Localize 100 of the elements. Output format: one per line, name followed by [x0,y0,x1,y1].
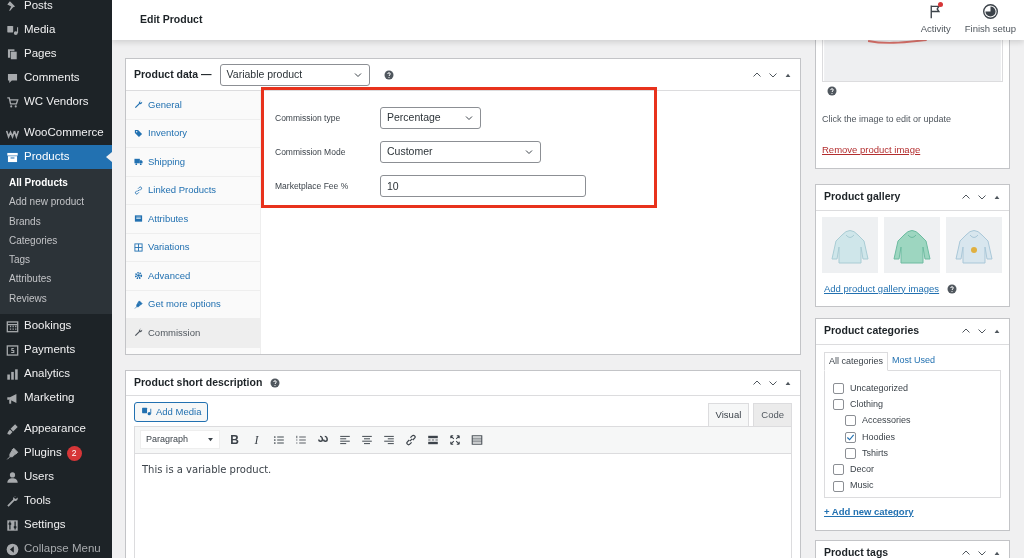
submenu-item[interactable]: Brands [0,211,112,231]
chevron-down-icon[interactable] [977,192,987,202]
menu-item[interactable]: Plugins 2 [0,441,112,466]
checkbox-label: Uncategorized [850,381,909,395]
submenu-item[interactable]: Attributes [0,269,112,289]
select-field[interactable]: Customer [380,141,541,163]
caret-icon [207,436,214,444]
editor-tab[interactable]: Visual [707,402,750,426]
submenu-item[interactable]: Categories [0,230,112,251]
menu-item[interactable]: Appearance [0,417,112,442]
checkbox[interactable] [833,480,844,492]
checkbox[interactable] [833,464,844,476]
menu-item[interactable]: Users [0,465,112,490]
menu-item[interactable]: Posts [0,0,112,18]
media-icon [6,23,19,37]
menu-item[interactable]: Comments [0,66,112,90]
finish-setup-button[interactable]: Finish setup [964,3,1016,37]
input-field[interactable]: 10 [380,175,586,197]
align-right-icon[interactable] [382,433,395,446]
remove-image-link[interactable]: Remove product image [822,142,921,157]
speech-bubble-icon [6,71,19,85]
bar-chart-icon [6,367,19,381]
align-center-icon[interactable] [360,433,373,446]
help-icon [270,377,281,388]
menu-item[interactable]: WC Vendors [0,90,112,114]
menu-item[interactable]: Tools [0,489,112,514]
read-more-icon[interactable] [426,433,439,446]
menu-item[interactable]: Products [0,145,112,169]
checkbox-label: Hoodies [862,430,896,444]
checkbox-label: Music [850,479,874,493]
italic-button[interactable]: I [249,432,264,448]
field-label: Marketplace Fee % [275,179,350,193]
panel-title: Product gallery [824,189,901,205]
wrench-icon [6,494,19,508]
cart-icon [6,95,19,109]
menu-item[interactable]: Pages [0,42,112,66]
menu-item[interactable]: Media [0,18,112,42]
tab[interactable]: Commission [126,319,260,348]
panel-title: Product categories [824,323,920,339]
menu-item[interactable]: Settings [0,513,112,538]
field-label: Commission Mode [275,145,347,159]
chevron-down-icon[interactable] [977,548,987,558]
add-media-button[interactable]: Add Media [134,401,209,422]
editor-tab[interactable]: Code [753,402,792,426]
bold-button[interactable]: B [227,432,242,448]
menu-item[interactable]: Marketing [0,386,112,411]
sliders-icon [6,518,19,532]
plug-icon [6,446,19,460]
menu-item[interactable]: Payments [0,338,112,363]
checkbox-label: Decor [850,463,874,477]
truck-icon [134,157,143,167]
link-icon [134,185,143,195]
progress-circle-icon [981,3,999,21]
submenu-item[interactable]: Tags [0,250,112,270]
collapse-menu-button[interactable]: Collapse Menu [0,537,112,558]
pages-icon [6,47,19,61]
submenu-item[interactable]: All Products [0,173,112,193]
checkbox-label: Clothing [850,397,884,411]
menu-item[interactable]: WooCommerce [0,121,112,145]
help-icon [827,86,837,96]
page-title: Edit Product [140,12,203,28]
megaphone-icon [6,391,19,405]
banknote-icon [6,343,19,357]
checkbox[interactable] [833,399,844,411]
menu-item[interactable]: Analytics [0,362,112,387]
checkbox[interactable] [833,382,844,394]
field-label: Commission type [275,111,342,125]
triangle-up-icon[interactable] [993,549,1001,557]
person-icon [6,470,19,484]
link-icon[interactable] [404,433,417,446]
triangle-up-icon[interactable] [993,327,1001,336]
panel-title: Product data — [134,66,212,82]
submenu-item[interactable]: Reviews [0,288,112,309]
checkbox-label: Tshirts [862,446,888,460]
select-field[interactable]: Percentage [380,107,481,129]
submenu-item[interactable]: Add new product [0,192,112,212]
checkbox[interactable] [845,415,856,427]
checkbox[interactable] [845,431,856,443]
product-type-select[interactable]: Variable product [219,63,370,86]
checkbox[interactable] [845,448,856,460]
format-select[interactable]: Paragraph [140,430,220,450]
wrench-icon [134,328,143,338]
triangle-up-icon[interactable] [993,193,1001,201]
category-tab[interactable]: All categories [824,351,889,372]
menu-item[interactable]: Bookings [0,314,112,339]
toolbar-toggle-icon[interactable] [470,433,483,446]
gallery-link[interactable]: Add product gallery images [824,281,940,296]
calendar-icon [6,319,19,333]
bulleted-list-icon[interactable] [272,433,285,446]
add-category-link[interactable]: + Add new category [824,505,914,520]
align-left-icon[interactable] [338,433,351,446]
media-icon [141,406,152,418]
archive-box-icon [6,150,19,164]
activity-button[interactable]: Activity [920,3,951,37]
check-icon [846,432,855,442]
chevron-down-icon [524,147,534,157]
list-icon [134,214,143,224]
editor-text: This is a variable product. [134,453,792,558]
category-tab[interactable]: Most Used [888,351,940,371]
fullscreen-icon[interactable] [448,433,461,446]
